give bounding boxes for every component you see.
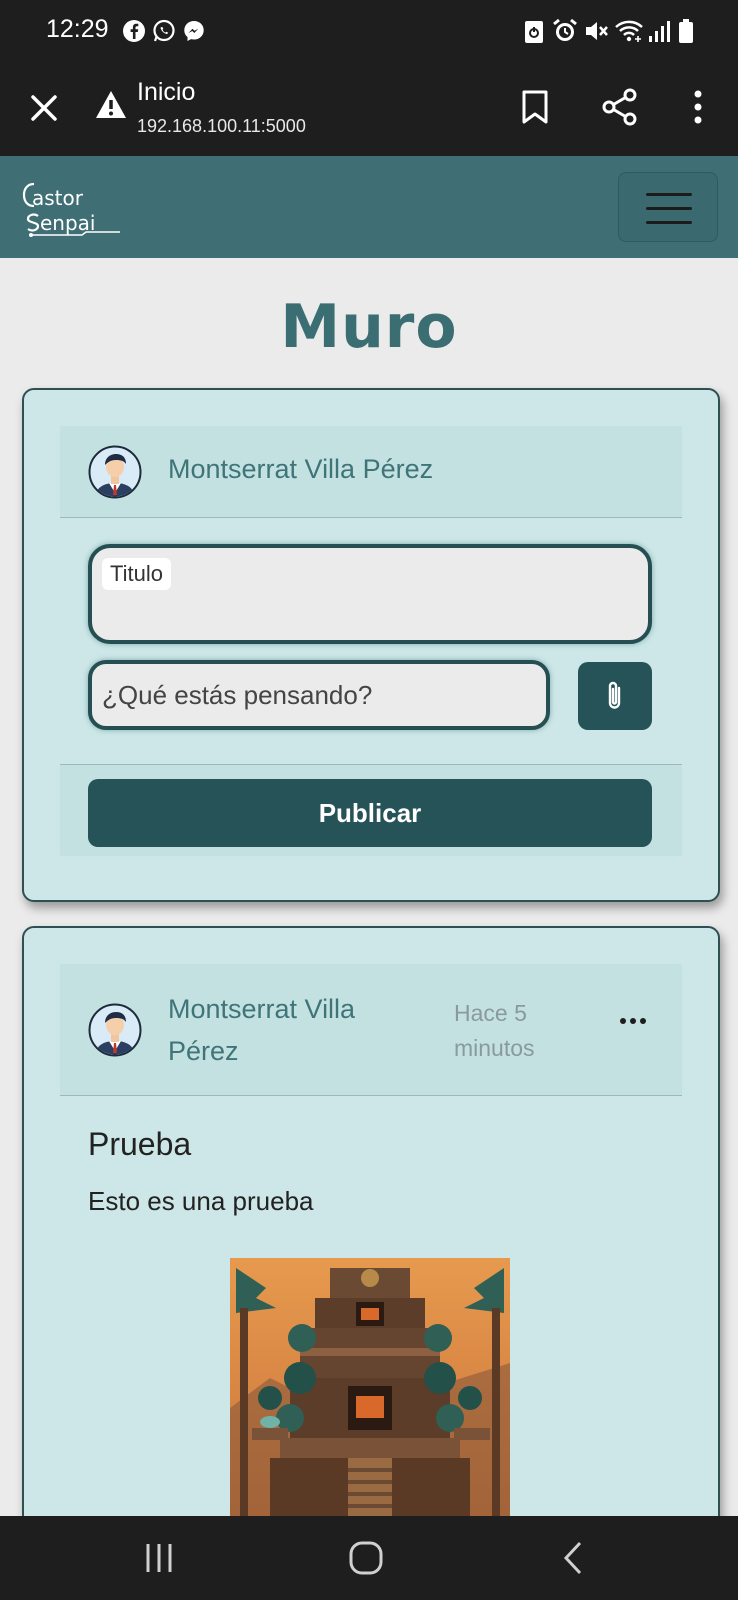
bookmark-icon[interactable] (521, 90, 549, 124)
publish-button[interactable]: Publicar (88, 779, 652, 847)
data-saver-icon (525, 21, 543, 43)
page-title: Muro (280, 292, 458, 362)
more-vert-icon[interactable] (688, 88, 708, 126)
post-body-text: Esto es una prueba (88, 1186, 314, 1216)
svg-text:astor: astor (32, 186, 84, 210)
status-bar: 12:29 (0, 0, 738, 62)
home-icon[interactable] (348, 1540, 384, 1576)
post-title: Prueba (88, 1126, 192, 1162)
wifi-icon (615, 20, 643, 42)
hamburger-icon (646, 193, 692, 196)
post-title-label: Titulo (102, 558, 171, 590)
post-body-input[interactable]: ¿Qué estás pensando? (88, 660, 550, 730)
avatar (88, 445, 142, 499)
composer-author-name: Montserrat Villa Pérez (168, 454, 434, 484)
messenger-icon (184, 21, 204, 41)
attach-button[interactable] (578, 662, 652, 730)
facebook-icon (123, 20, 145, 42)
site-navbar: astor enpai (0, 156, 738, 258)
post-timestamp: Hace 5 minutos (454, 1000, 535, 1061)
post-author-name[interactable]: Montserrat Villa Pérez (168, 988, 418, 1072)
paperclip-icon (608, 681, 621, 709)
composer-header: Montserrat Villa Pérez (60, 426, 682, 518)
close-icon[interactable] (28, 92, 60, 124)
avatar (88, 1003, 142, 1057)
share-icon[interactable] (601, 88, 639, 126)
post-title-input[interactable]: Titulo (88, 544, 652, 644)
composer-card: Montserrat Villa Pérez Titulo ¿Qué estás… (22, 388, 720, 902)
status-time: 12:29 (46, 15, 109, 43)
mute-icon (586, 22, 608, 40)
android-navigation-bar (0, 1516, 738, 1600)
composer-footer: Publicar (60, 764, 682, 856)
site-logo[interactable]: astor enpai (18, 178, 128, 238)
browser-toolbar: Inicio 192.168.100.11:5000 (0, 62, 738, 156)
post-image[interactable] (230, 1258, 510, 1528)
post-card: Montserrat Villa Pérez Hace 5 minutos Pr… (22, 926, 720, 1566)
battery-icon (679, 19, 693, 43)
browser-page-title: Inicio (137, 78, 196, 106)
post-header: Montserrat Villa Pérez Hace 5 minutos (60, 964, 682, 1096)
warning-icon[interactable] (94, 89, 128, 121)
hamburger-menu-button[interactable] (618, 172, 718, 242)
alarm-icon (553, 18, 577, 41)
recents-icon[interactable] (142, 1542, 176, 1574)
more-horiz-icon[interactable] (618, 1016, 648, 1026)
back-icon[interactable] (562, 1540, 584, 1576)
whatsapp-icon (153, 19, 175, 42)
browser-url[interactable]: 192.168.100.11:5000 (137, 116, 306, 137)
signal-icon (649, 21, 670, 42)
